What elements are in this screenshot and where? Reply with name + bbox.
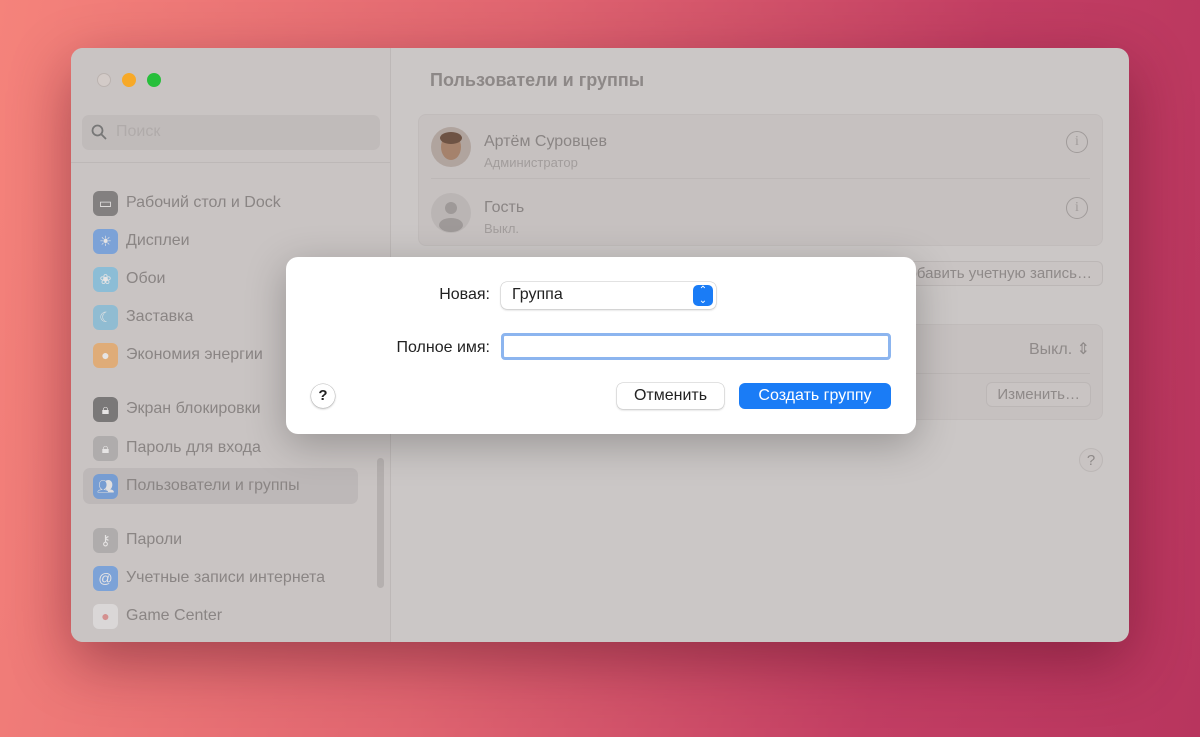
screensaver-icon: ☾ <box>93 304 118 330</box>
info-icon[interactable]: i <box>1066 131 1088 153</box>
sidebar-item-label: Game Center <box>126 607 223 624</box>
user-role: Администратор <box>484 155 578 170</box>
sidebar-item-label: Пароль для входа <box>126 439 261 456</box>
user-role: Выкл. <box>484 221 520 236</box>
key-icon: ⚷ <box>93 527 118 553</box>
users-icon: 👥︎ <box>93 473 118 499</box>
sidebar-item-label: Экономия энергии <box>126 346 263 363</box>
account-type-value: Группа <box>512 286 563 303</box>
search-placeholder: Поиск <box>116 123 161 140</box>
sidebar-item-label: Пароли <box>126 531 183 548</box>
sidebar-item-label: Пользователи и группы <box>126 477 300 494</box>
scrollbar[interactable] <box>377 458 384 588</box>
sidebar-item-label: Заставка <box>126 308 194 325</box>
user-name: Гость <box>484 199 525 216</box>
help-button[interactable]: ? <box>1079 448 1103 472</box>
at-icon: @ <box>93 565 118 591</box>
add-account-button[interactable]: Добавить учетную запись… <box>887 261 1103 286</box>
guest-avatar <box>431 193 471 233</box>
dock-icon: ▭ <box>93 190 118 216</box>
fullname-input[interactable] <box>501 333 891 360</box>
sidebar-item-label: Рабочий стол и Dock <box>126 194 281 211</box>
search-icon <box>91 124 107 140</box>
sidebar-item[interactable]: ⚷ Пароли <box>83 522 358 558</box>
sidebar-item[interactable]: @ Учетные записи интернета <box>83 560 358 596</box>
minimize-button[interactable] <box>122 73 136 87</box>
info-icon[interactable]: i <box>1066 197 1088 219</box>
lock-icon: 🔒︎ <box>93 435 118 461</box>
sidebar-item[interactable]: ▭ Рабочий стол и Dock <box>83 185 358 221</box>
auto-login-select[interactable]: Выкл. ⇕ <box>1029 339 1090 359</box>
sidebar-item[interactable]: 👥︎ Пользователи и группы <box>83 468 358 504</box>
fullname-label: Полное имя: <box>396 339 490 356</box>
lock-screen-icon: 🔒︎ <box>93 396 118 422</box>
sidebar-item-label: Обои <box>126 270 166 287</box>
sidebar-item[interactable]: ☀ Дисплеи <box>83 223 358 259</box>
account-type-select[interactable]: Группа ⌃ ⌄ <box>501 282 716 309</box>
sidebar-item-label: Учетные записи интернета <box>126 569 326 586</box>
page-title: Пользователи и группы <box>430 70 645 90</box>
edit-button[interactable]: Изменить… <box>986 382 1091 407</box>
cancel-button[interactable]: Отменить <box>617 383 724 409</box>
sun-icon: ☀ <box>93 228 118 254</box>
sidebar-item[interactable]: 🔒︎ Пароль для входа <box>83 430 358 466</box>
user-name: Артём Суровцев <box>484 133 607 150</box>
user-row[interactable]: Гость Выкл. i <box>419 181 1102 245</box>
close-button[interactable] <box>97 73 111 87</box>
dialog-help-button[interactable]: ? <box>311 384 335 408</box>
new-label: Новая: <box>439 286 490 303</box>
search-input[interactable]: Поиск <box>82 115 380 150</box>
bulb-icon: ● <box>93 342 118 368</box>
game-center-icon: ● <box>93 603 118 629</box>
auto-login-value: Выкл. <box>1029 341 1073 358</box>
flower-icon: ❀ <box>93 266 118 292</box>
sidebar-item[interactable]: ● Game Center <box>83 598 358 634</box>
user-row[interactable]: Артём Суровцев Администратор i <box>431 115 1090 179</box>
divider <box>71 162 391 163</box>
zoom-button[interactable] <box>147 73 161 87</box>
avatar <box>431 127 471 167</box>
sidebar-item-label: Дисплеи <box>126 232 190 249</box>
users-list: Артём Суровцев Администратор i Гость Вык… <box>418 114 1103 246</box>
chevron-updown-icon: ⌃ ⌄ <box>693 285 713 306</box>
sidebar-item-label: Экран блокировки <box>126 400 261 417</box>
create-group-button[interactable]: Создать группу <box>739 383 891 409</box>
new-group-dialog: Новая: Группа ⌃ ⌄ Полное имя: ? Отменить … <box>286 257 916 434</box>
stepper-icon: ⇕ <box>1076 341 1090 358</box>
